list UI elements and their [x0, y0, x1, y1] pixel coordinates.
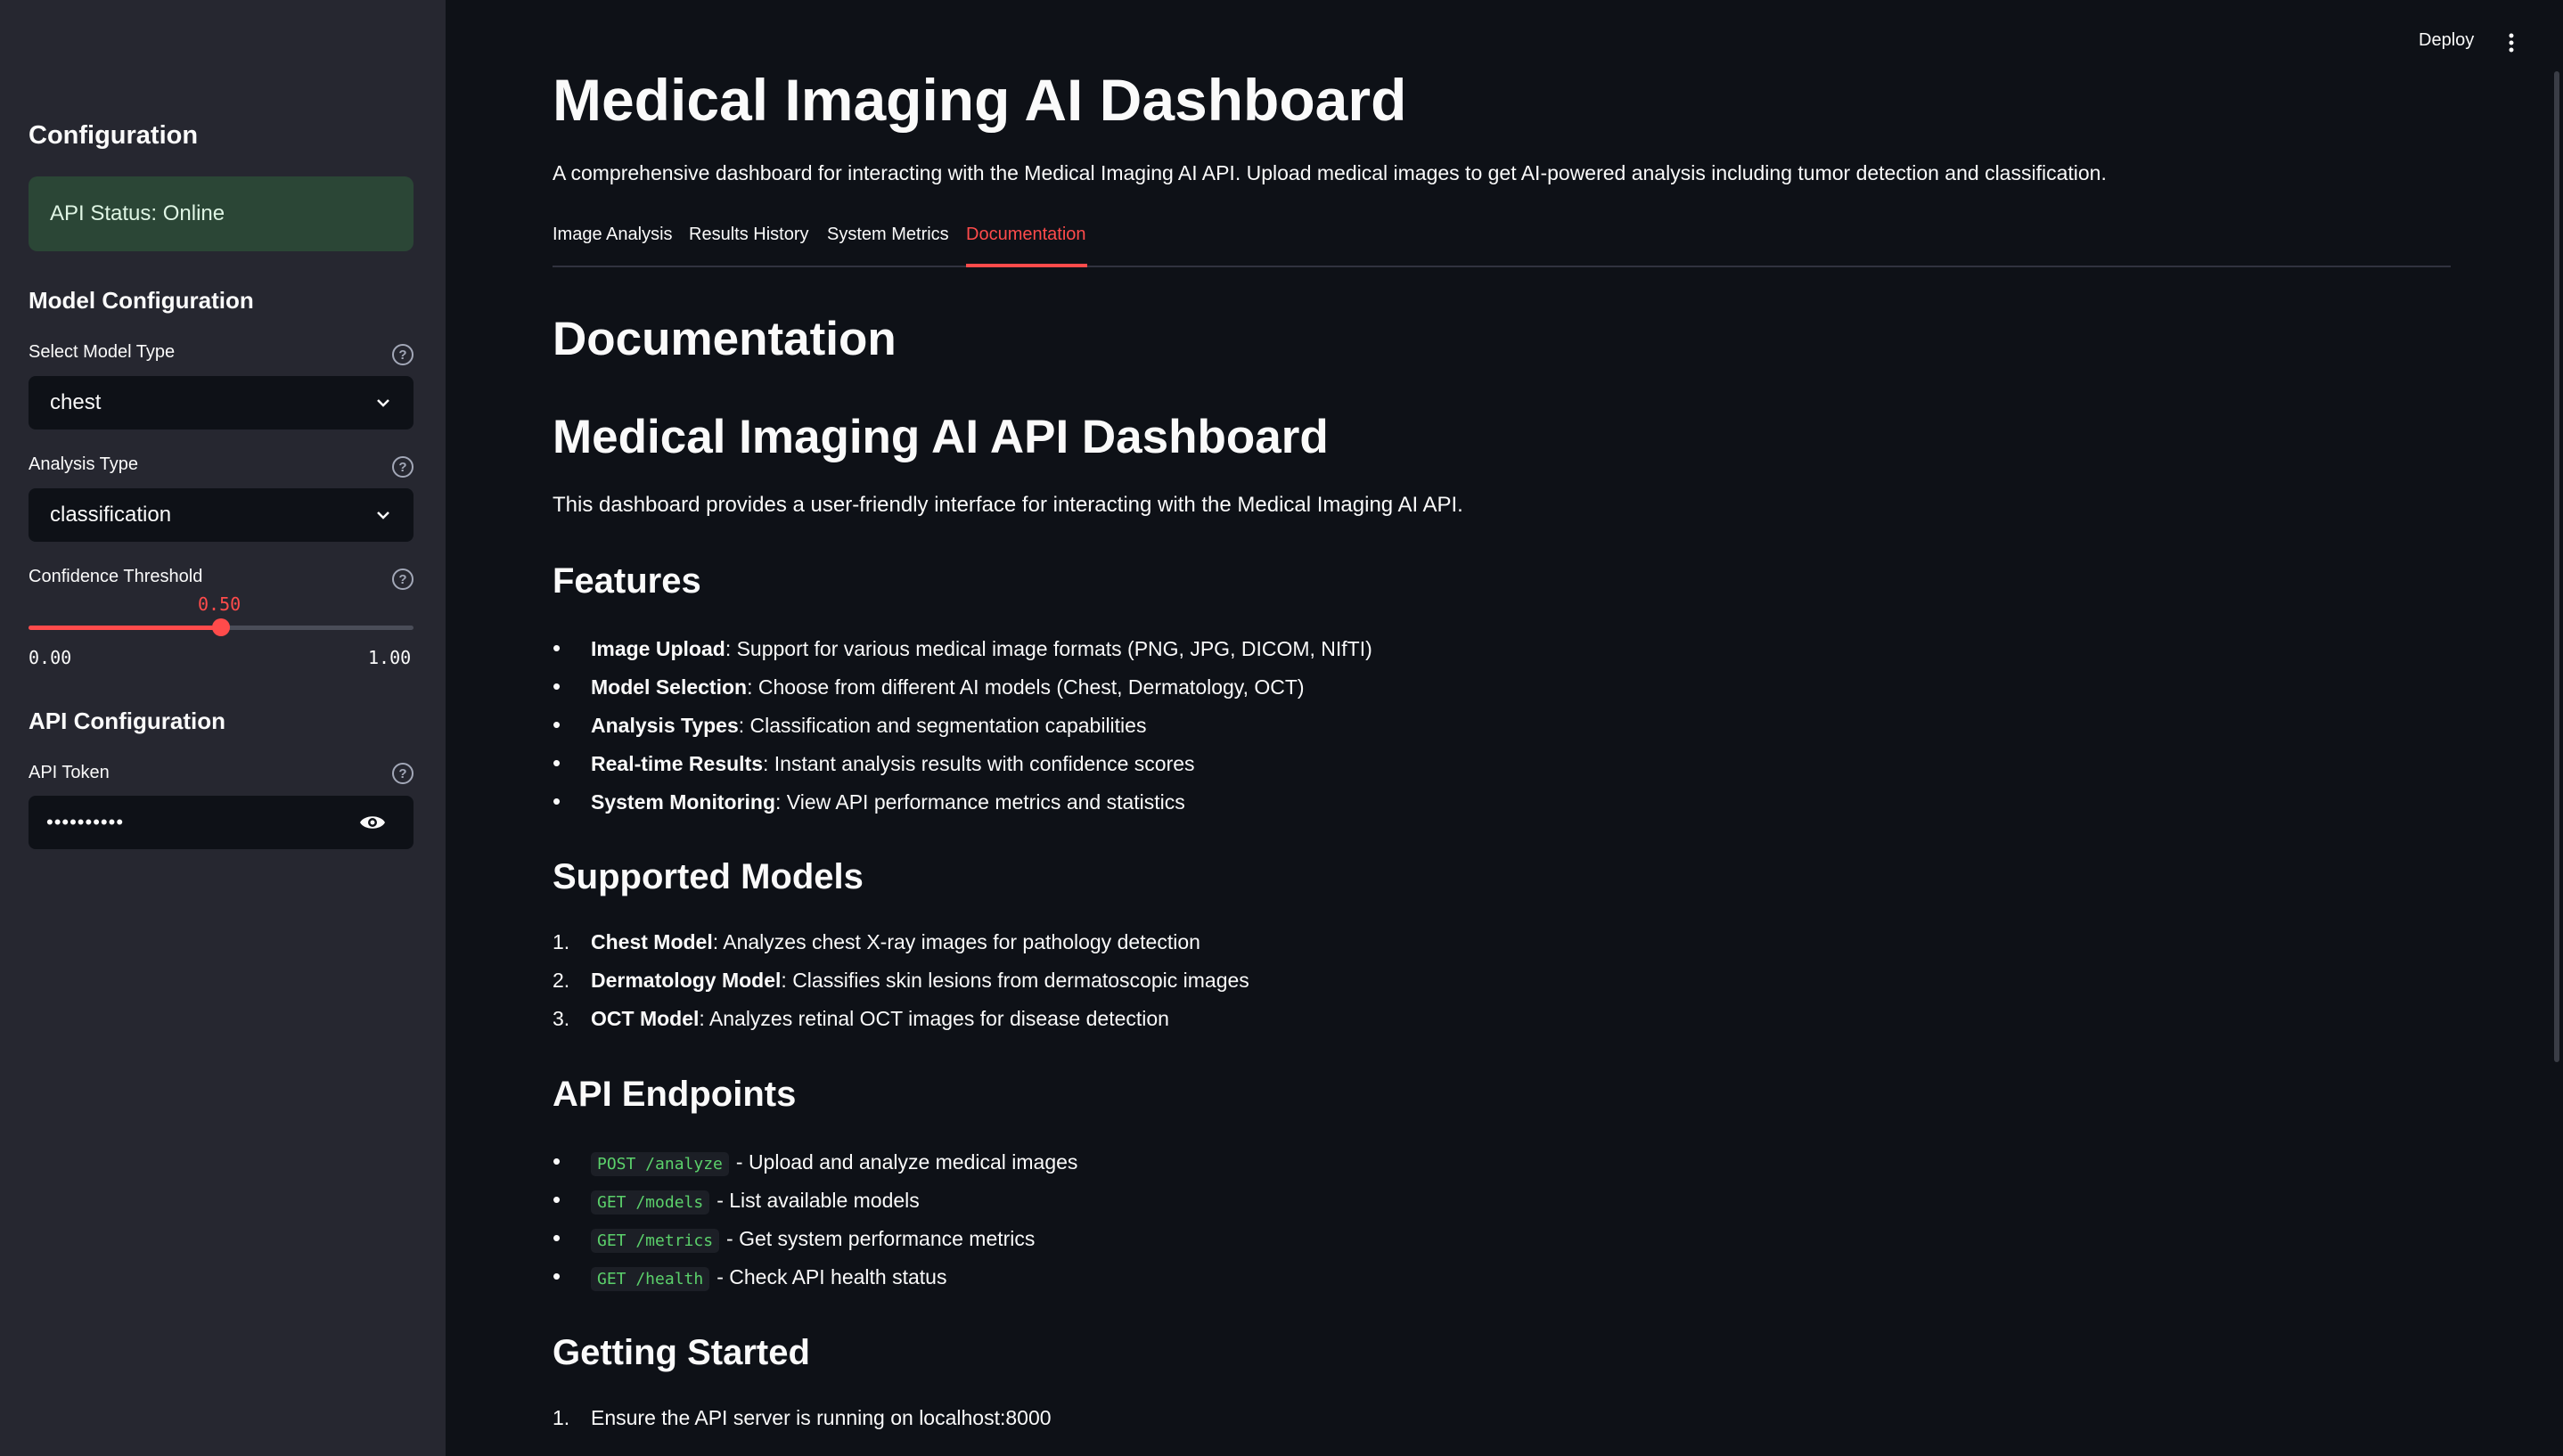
list-item: • GET /health - Check API health status	[553, 1263, 947, 1291]
tab-image-analysis[interactable]: Image Analysis	[553, 225, 673, 245]
models-title: Supported Models	[553, 857, 864, 896]
slider-max-label: 1.00	[368, 647, 412, 668]
model-type-label: Select Model Type	[29, 342, 176, 362]
list-item: 1. Chest Model: Analyzes chest X-ray imag…	[553, 930, 1200, 953]
sidebar-config-title: Configuration	[29, 121, 199, 150]
doc-title: Documentation	[553, 313, 897, 365]
api-config-title: API Configuration	[29, 708, 225, 734]
tab-bar: Image Analysis Results History System Me…	[553, 225, 2451, 267]
list-item: 2. Dermatology Model: Classifies skin les…	[553, 969, 1249, 992]
analysis-type-label: Analysis Type	[29, 454, 139, 474]
active-tab-indicator	[966, 264, 1087, 267]
getting-started-title: Getting Started	[553, 1333, 810, 1372]
confidence-label: Confidence Threshold	[29, 567, 203, 586]
chevron-down-icon	[377, 399, 389, 407]
doc-heading: Medical Imaging AI API Dashboard	[553, 411, 1329, 463]
page-subtitle: A comprehensive dashboard for interactin…	[553, 161, 2107, 184]
deploy-button[interactable]: Deploy	[2419, 30, 2474, 51]
code-snippet: GET /metrics	[591, 1229, 720, 1253]
tab-results-history[interactable]: Results History	[689, 225, 808, 245]
analysis-type-select[interactable]: classification	[29, 488, 414, 542]
list-item: 1. Ensure the API server is running on lo…	[553, 1406, 1052, 1429]
eye-icon[interactable]	[358, 812, 387, 833]
list-item: • Analysis Types: Classification and segm…	[553, 711, 1147, 738]
slider-min-label: 0.00	[29, 647, 72, 668]
api-token-input[interactable]: ••••••••••	[29, 796, 414, 849]
tab-documentation[interactable]: Documentation	[966, 225, 1086, 245]
confidence-slider[interactable]	[29, 618, 414, 636]
code-snippet: GET /models	[591, 1190, 710, 1215]
list-item: • Model Selection: Choose from different …	[553, 673, 1305, 699]
slider-thumb[interactable]	[212, 618, 230, 636]
help-icon[interactable]: ?	[392, 344, 414, 365]
list-item: • Real-time Results: Instant analysis res…	[553, 749, 1195, 776]
list-item: • GET /metrics - Get system performance me…	[553, 1224, 1036, 1253]
model-type-value: chest	[50, 390, 102, 414]
scrollbar[interactable]	[2554, 71, 2559, 1062]
api-token-value: ••••••••••	[46, 811, 125, 833]
api-token-label: API Token	[29, 763, 110, 782]
slider-fill	[29, 626, 221, 630]
list-item: • Image Upload: Support for various medic…	[553, 634, 1372, 661]
help-icon[interactable]: ?	[392, 568, 414, 590]
list-item: • POST /analyze - Upload and analyze medic…	[553, 1148, 1078, 1176]
more-options-icon[interactable]	[2504, 30, 2518, 55]
chevron-down-icon	[377, 511, 389, 519]
list-item: • System Monitoring: View API performance…	[553, 788, 1185, 814]
analysis-type-value: classification	[50, 503, 172, 527]
page-title: Medical Imaging AI Dashboard	[553, 67, 1407, 133]
endpoints-title: API Endpoints	[553, 1075, 797, 1114]
model-config-title: Model Configuration	[29, 287, 254, 314]
api-status-badge: API Status: Online	[29, 176, 414, 251]
list-item: 3. OCT Model: Analyzes retinal OCT images…	[553, 1007, 1169, 1030]
code-snippet: GET /health	[591, 1267, 710, 1291]
help-icon[interactable]: ?	[392, 763, 414, 784]
features-title: Features	[553, 561, 701, 601]
doc-intro: This dashboard provides a user-friendly …	[553, 493, 1463, 517]
code-snippet: POST /analyze	[591, 1152, 729, 1176]
tab-system-metrics[interactable]: System Metrics	[827, 225, 949, 245]
sidebar: Configuration API Status: Online Model C…	[0, 0, 446, 1456]
help-icon[interactable]: ?	[392, 456, 414, 478]
list-item: • GET /models - List available models	[553, 1186, 920, 1215]
model-type-select[interactable]: chest	[29, 376, 414, 429]
confidence-value: 0.50	[198, 593, 242, 615]
